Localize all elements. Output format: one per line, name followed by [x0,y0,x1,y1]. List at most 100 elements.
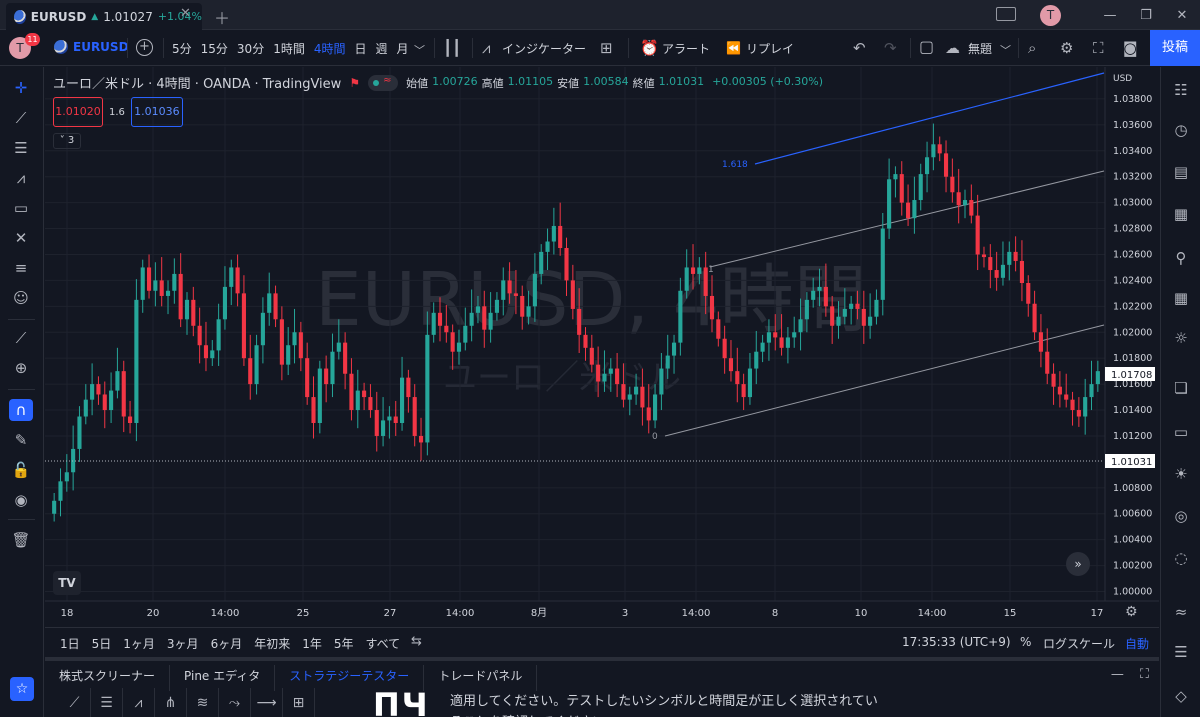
interval-5[interactable]: 日 [354,40,366,57]
interval-3[interactable]: 1時間 [273,40,305,57]
interval-7[interactable]: 月 [397,40,409,57]
sell-button[interactable]: 1.01020 [53,97,103,127]
time-axis[interactable]: 18 20 14:00 25 27 14:00 8月 3 14:00 8 10 14:00 15 17 [45,600,1159,619]
zoom-in-icon[interactable]: ⊕ [9,357,33,379]
range-8[interactable]: すべて [366,635,401,652]
chart-panel[interactable]: EURUSD, 4時間 ユーロ／米ドル 1.618 1 0 USD 1.0380… [45,67,1159,627]
xabcd-icon[interactable]: ✕ [9,227,33,249]
add-tool-icon[interactable]: ⊞ [283,688,315,717]
waves-icon[interactable]: ≈ [1169,601,1193,623]
redo-icon[interactable]: ↷ [884,39,897,57]
pattern-icon[interactable]: ⩘ [9,167,33,189]
layout-name[interactable]: 無題 [968,40,992,57]
alert-button[interactable]: アラート [662,40,710,57]
market-status[interactable]: ≈ [368,74,399,91]
tradingview-logo[interactable]: TV [53,571,81,595]
trash-icon[interactable]: 🗑 [9,529,33,551]
goto-date-icon[interactable]: ⇆ [411,634,422,649]
indicators-collapse[interactable]: ˅ 3 [53,133,81,149]
range-6[interactable]: 1年 [302,635,322,652]
interval-2[interactable]: 30分 [237,40,264,57]
compare-add-icon[interactable]: + [136,39,153,56]
news-icon[interactable]: ▤ [1169,161,1193,183]
magnet-icon[interactable]: ∩ [9,399,33,421]
range-7[interactable]: 5年 [334,635,354,652]
ruler-icon[interactable]: ⟋ [9,327,33,349]
projection-icon[interactable]: ≡ [9,257,33,279]
ray-icon[interactable]: ⟶ [251,688,283,717]
indicators-button[interactable]: インジケーター [502,40,586,57]
layers-icon[interactable]: ◇ [1169,685,1193,707]
close-window-icon[interactable]: ✕ [1164,8,1200,23]
ideas-bulb-icon[interactable]: ☼ [1169,327,1193,349]
range-2[interactable]: 1ヶ月 [123,635,155,652]
range-4[interactable]: 6ヶ月 [211,635,243,652]
gear-icon[interactable]: ⚙ [1060,39,1073,57]
price-axis[interactable]: USD 1.03800 1.03600 1.03400 1.03200 1.03000 1… [1104,67,1155,601]
candles-type-icon[interactable]: ┃┃ [443,39,461,57]
clock[interactable]: 17:35:33 (UTC+9) [902,635,1011,649]
fan-icon[interactable]: ⩘ [123,688,155,717]
interval-1[interactable]: 15分 [201,40,228,57]
symbol-search[interactable]: EURUSD [54,40,129,54]
path-icon[interactable]: ⤳ [219,688,251,717]
watchlist-icon[interactable]: ☷ [1169,79,1193,101]
interval-6[interactable]: 週 [376,40,388,57]
messages-icon[interactable]: ▭ [1169,421,1193,443]
fib-tool-icon[interactable]: ☰ [9,137,33,159]
emoji-icon[interactable]: ☺ [9,287,33,309]
log-scale-toggle[interactable]: ログスケール [1043,635,1115,652]
chevron-down-icon[interactable]: ﹀ [1000,42,1011,58]
legend-title[interactable]: ユーロ／米ドル · 4時間 · OANDA · TradingView [53,73,341,92]
chat-icon[interactable]: ❏ [1169,377,1193,399]
minimize-icon[interactable]: — [1092,8,1128,23]
camera-icon[interactable]: ◙ [1123,39,1138,57]
range-3[interactable]: 3ヶ月 [167,635,199,652]
cloud-icon[interactable]: ☁ [945,39,960,57]
interval-0[interactable]: 5分 [172,40,192,57]
buy-button[interactable]: 1.01036 [130,97,183,127]
dom-icon[interactable]: ☰ [1169,641,1193,663]
range-1[interactable]: 5日 [92,635,112,652]
percent-toggle[interactable]: % [1020,635,1031,649]
chevron-down-icon[interactable]: ﹀ [414,42,425,58]
line-tool-icon[interactable]: ⟋ [59,688,91,717]
symbol-tab[interactable]: EURUSD ▲ 1.01027 +1.04% [6,3,202,30]
hotlist-icon[interactable]: ⚲ [1169,247,1193,269]
scroll-to-realtime-icon[interactable]: » [1066,552,1090,576]
flag-icon[interactable]: ⚑ [349,76,360,90]
interval-4[interactable]: 4時間 [314,40,346,57]
close-tab-icon[interactable]: ✕ [180,6,191,21]
undo-icon[interactable]: ↶ [853,39,866,57]
minimize-panel-icon[interactable]: — [1111,667,1124,682]
trend-line-icon[interactable]: ⟋ [9,107,33,129]
restore-icon[interactable]: ❐ [1128,8,1164,23]
fullscreen-square-icon[interactable]: ▢ [919,37,934,56]
notifications-icon[interactable]: ◌ [1169,547,1193,569]
axis-settings-icon[interactable]: ⚙ [1125,604,1138,620]
indicators-icon[interactable]: ⩘ [482,39,490,57]
account-avatar[interactable]: T [1040,5,1061,26]
currency-label[interactable]: USD [1113,74,1132,84]
replay-icon[interactable]: ⏪ [726,41,741,55]
price-chart[interactable]: EURUSD, 4時間 ユーロ／米ドル 1.618 1 0 USD 1.0380… [45,67,1159,627]
alerts-clock-icon[interactable]: ◷ [1169,119,1193,141]
data-window-icon[interactable]: ▦ [1169,203,1193,225]
replay-button[interactable]: リプレイ [746,40,794,57]
bottom-tab-3[interactable]: トレードパネル [424,665,538,691]
stay-drawing-icon[interactable]: ✎ [9,429,33,451]
pitchfork-icon[interactable]: ⋔ [155,688,187,717]
channel-icon[interactable]: ≋ [187,688,219,717]
favorites-star-icon[interactable]: ☆ [10,677,34,701]
text-comment-icon[interactable]: ▭ [9,197,33,219]
post-button[interactable]: 投稿 [1150,30,1200,66]
templates-grid-icon[interactable]: ⊞ [600,39,613,57]
range-5[interactable]: 年初来 [254,635,290,652]
eye-icon[interactable]: ◉ [9,489,33,511]
alert-clock-icon[interactable]: ⏰ [640,39,659,57]
expand-icon[interactable]: ⛶ [1093,39,1104,57]
calendar-icon[interactable]: ▦ [1169,287,1193,309]
bulb-icon[interactable]: ☀ [1169,463,1193,485]
crosshair-icon[interactable]: ✛ [9,77,33,99]
range-0[interactable]: 1日 [60,635,80,652]
